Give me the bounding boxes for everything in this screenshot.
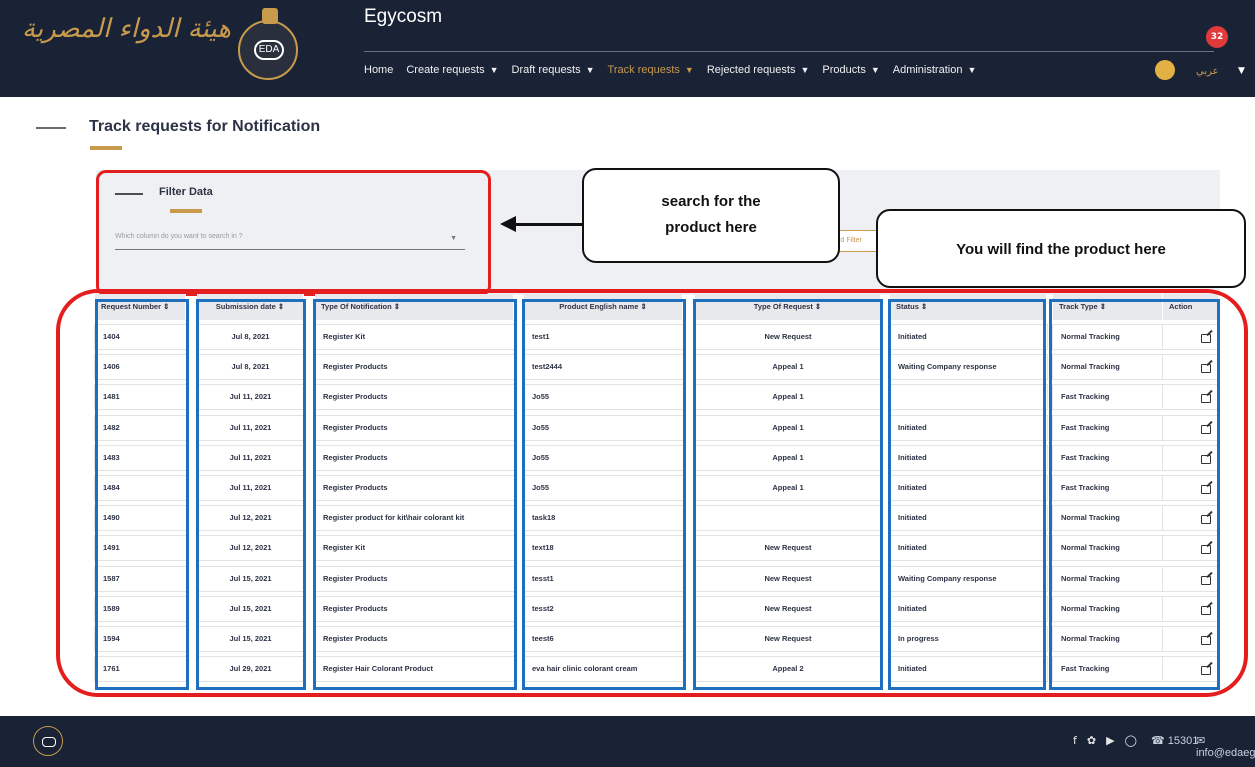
nav-draft-requests[interactable]: Draft requests ▼ — [512, 64, 595, 76]
header-divider — [364, 51, 1214, 52]
phone-number[interactable]: ☎ 15301 — [1151, 734, 1198, 747]
title-dash — [36, 127, 66, 129]
chevron-down-icon: ▼ — [967, 65, 977, 75]
chevron-down-icon[interactable]: ▼ — [1238, 66, 1245, 76]
main-nav: Home Create requests ▼ Draft requests ▼ Tr… — [364, 64, 989, 76]
chevron-down-icon: ▼ — [800, 65, 810, 75]
nav-home[interactable]: Home — [364, 64, 393, 76]
found-callout-text: You will find the product here — [956, 241, 1166, 258]
search-callout: search for the product here — [582, 168, 840, 263]
eda-emblem-icon[interactable]: EDA — [238, 8, 298, 80]
email-link[interactable]: ✉ info@edaegypt.gov.eg — [1196, 734, 1255, 759]
title-underline — [90, 146, 122, 150]
chevron-down-icon: ▼ — [870, 65, 880, 75]
facebook-icon[interactable]: f — [1073, 734, 1077, 747]
youtube-icon[interactable]: ▶ — [1106, 734, 1114, 747]
chevron-down-icon: ▼ — [585, 65, 595, 75]
chevron-down-icon: ▼ — [489, 65, 499, 75]
search-callout-text: search for the product here — [661, 193, 761, 236]
eda-footer-logo-icon[interactable] — [33, 726, 63, 756]
table-annotation-box — [56, 289, 1248, 697]
eagle-icon — [262, 8, 278, 24]
nav-rejected-requests[interactable]: Rejected requests ▼ — [707, 64, 810, 76]
eda-arabic-logo[interactable]: هيئة الدواء المصرية — [22, 14, 231, 44]
phone-text: 15301 — [1167, 735, 1199, 747]
filter-annotation-box — [96, 170, 491, 296]
eda-badge-text: EDA — [254, 40, 284, 60]
annotation-arrow-line — [514, 223, 584, 226]
annotation-arrow-head — [500, 216, 516, 232]
found-callout: You will find the product here — [876, 209, 1246, 288]
phone-icon: ☎ — [1151, 735, 1165, 747]
app-title: Egycosm — [364, 6, 443, 27]
nav-create-requests[interactable]: Create requests ▼ — [406, 64, 498, 76]
mail-icon: ✉ — [1196, 735, 1206, 747]
notification-bell-icon[interactable]: 32 — [1206, 26, 1228, 48]
chevron-down-icon: ▼ — [684, 65, 694, 75]
top-header: هيئة الدواء المصرية EDA Egycosm Home Cre… — [0, 0, 1255, 97]
twitter-icon[interactable]: ✿ — [1087, 734, 1096, 747]
nav-products[interactable]: Products ▼ — [822, 64, 879, 76]
email-text: info@edaegypt.gov.eg — [1196, 747, 1255, 759]
social-links: f ✿ ▶ ◯ — [1073, 734, 1137, 747]
user-avatar-icon[interactable] — [1155, 60, 1175, 80]
instagram-icon[interactable]: ◯ — [1125, 734, 1137, 747]
nav-track-requests[interactable]: Track requests ▼ — [608, 64, 694, 76]
nav-administration[interactable]: Administration ▼ — [893, 64, 977, 76]
footer: f ✿ ▶ ◯ ☎ 15301 ✉ info@edaegypt.gov.eg — [0, 716, 1255, 767]
language-switch[interactable]: عربي — [1196, 66, 1219, 77]
page-title: Track requests for Notification — [89, 118, 321, 135]
